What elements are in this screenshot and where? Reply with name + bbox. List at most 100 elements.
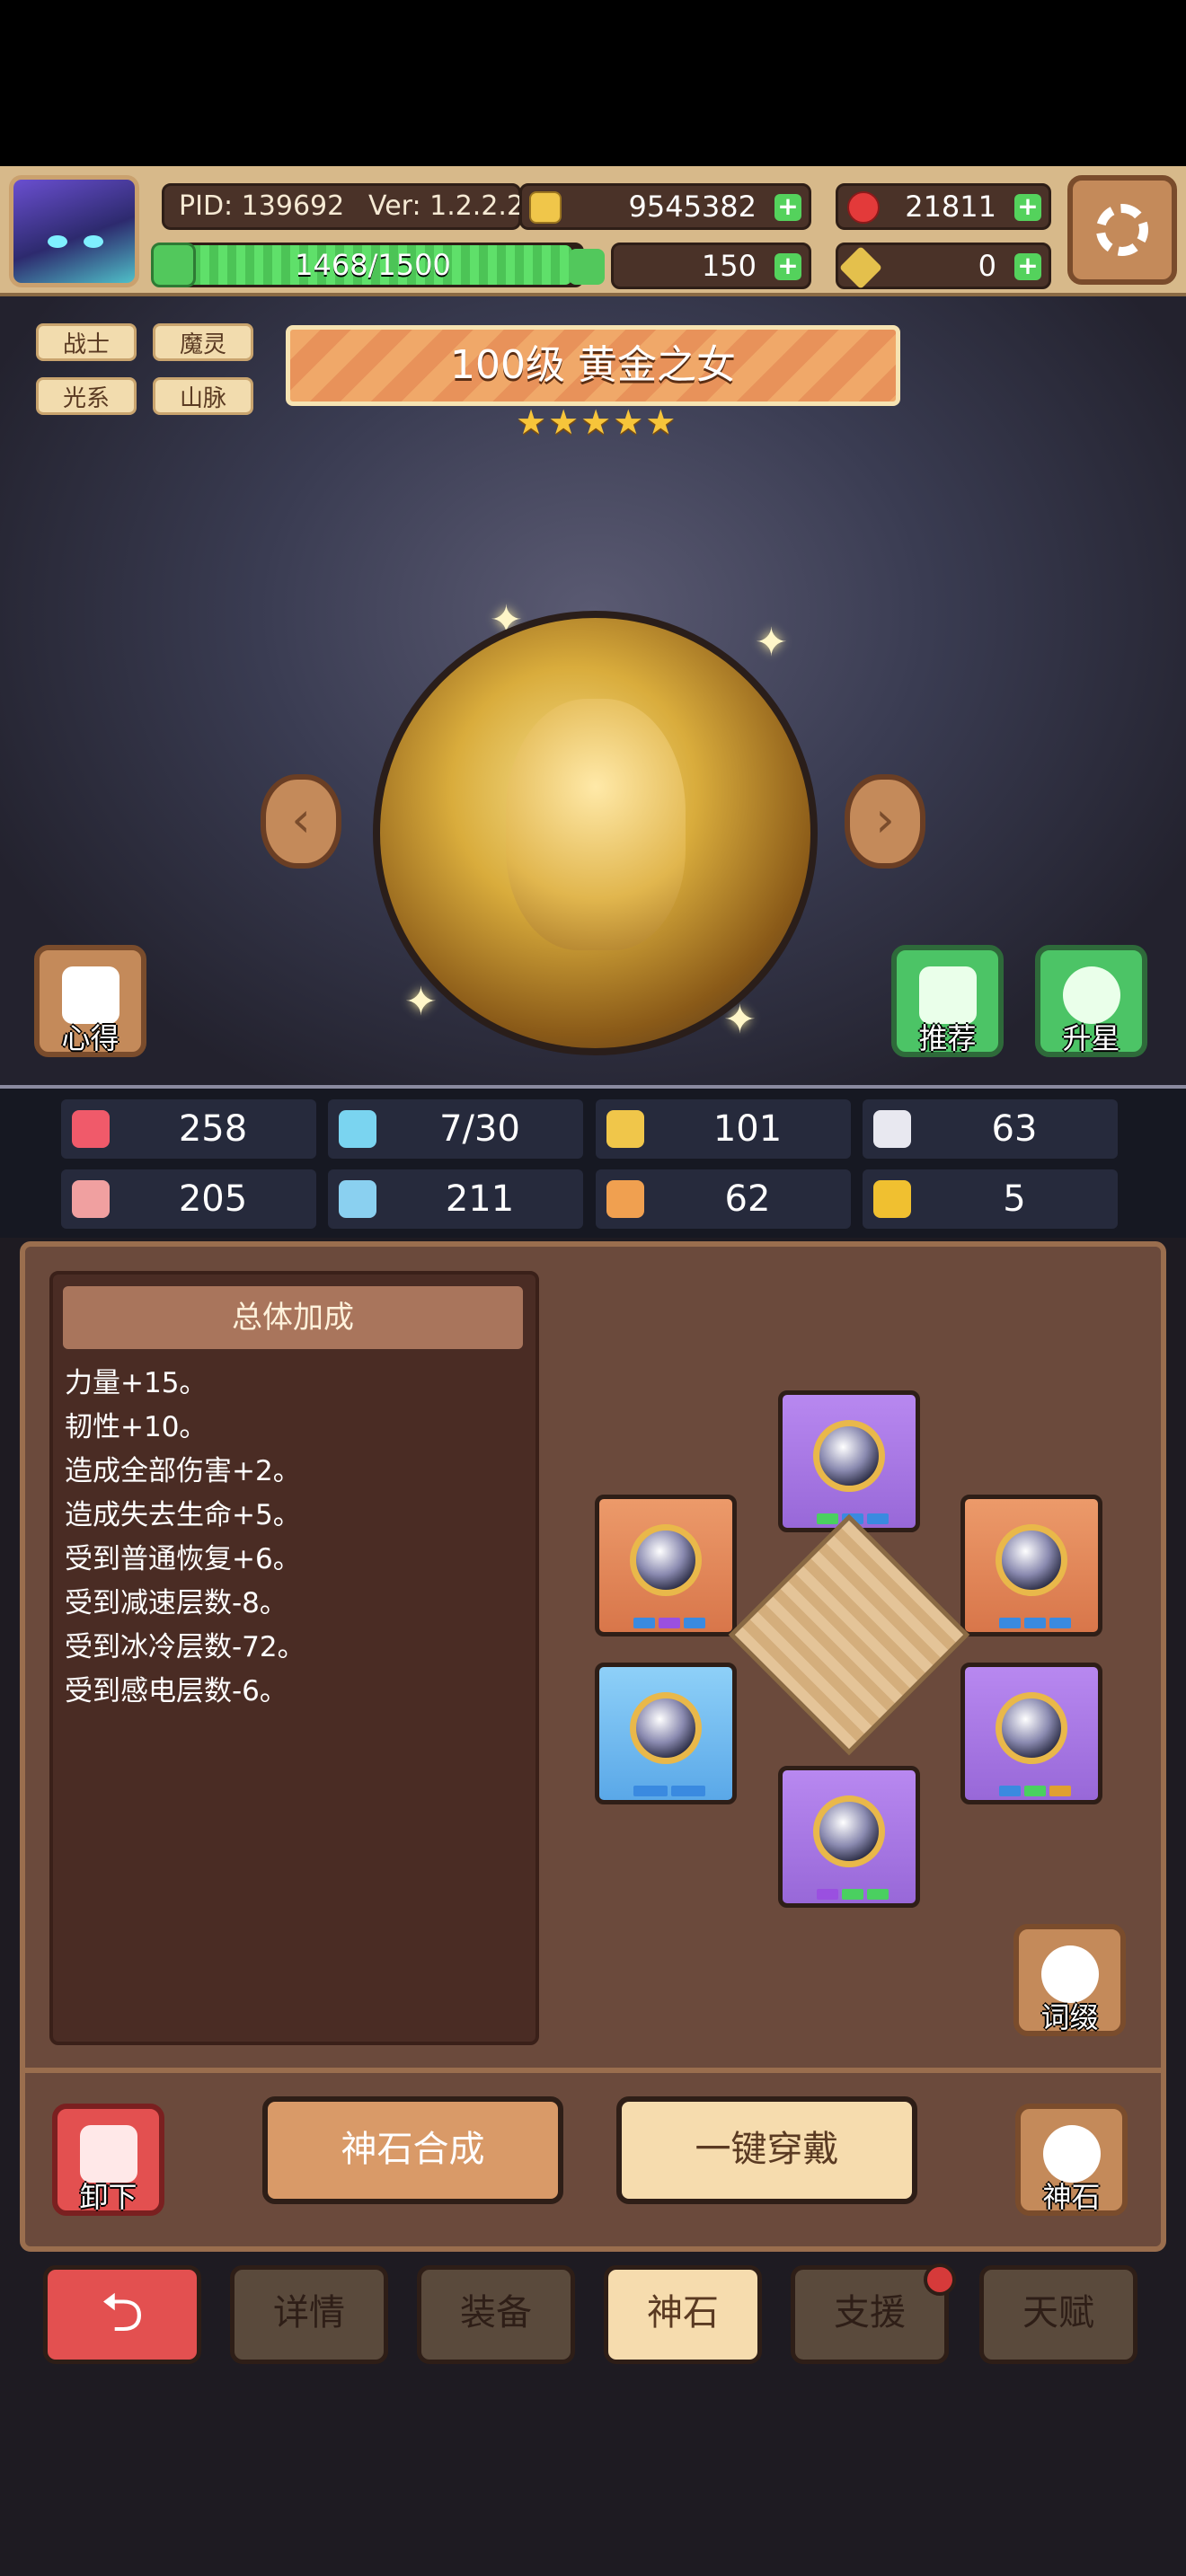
socket-dot — [842, 1889, 863, 1900]
bonus-line: 韧性+10。 — [65, 1411, 208, 1443]
add-key-button[interactable]: + — [1014, 253, 1041, 280]
star-up-label: 升星 — [1062, 1021, 1120, 1055]
gem-stone-icon — [813, 1795, 885, 1867]
gem-slot-top[interactable] — [778, 1390, 920, 1532]
hero-figure — [506, 699, 686, 950]
stat-cell: 258 — [61, 1099, 316, 1159]
tab-details[interactable]: 详情 — [230, 2265, 388, 2364]
trait-tag: 魔灵 — [153, 323, 253, 361]
fist-icon — [72, 1180, 110, 1218]
book-icon — [339, 1180, 376, 1218]
next-hero-button[interactable]: › — [845, 774, 925, 869]
unequip-label: 卸下 — [79, 2180, 137, 2214]
wing-icon — [873, 1110, 911, 1148]
stat-value: 5 — [1003, 1178, 1026, 1220]
stat-value: 101 — [712, 1108, 783, 1150]
socket-dot — [867, 1513, 889, 1524]
settings-button[interactable] — [1067, 175, 1177, 285]
clover-counter: 150 + — [569, 243, 811, 289]
key-counter: 0 + — [836, 243, 1051, 290]
stat-value: 63 — [991, 1108, 1038, 1150]
socket-dot — [867, 1889, 889, 1900]
avatar-eye — [48, 235, 67, 248]
bonus-line: 造成全部伤害+2。 — [65, 1455, 301, 1487]
stat-cell: 211 — [328, 1169, 583, 1229]
socket-dots — [633, 1618, 705, 1628]
version-label: Ver: 1.2.2.2 — [368, 190, 525, 222]
tab-talent[interactable]: 天赋 — [979, 2265, 1137, 2364]
gem-stone-icon — [813, 1420, 885, 1492]
hero-star-rating: ★★★★★ — [516, 402, 678, 442]
add-gold-button[interactable]: + — [774, 194, 801, 221]
gem-slot-upper-left[interactable] — [595, 1495, 737, 1636]
notes-button[interactable]: 心得 — [34, 945, 146, 1057]
scroll-icon — [606, 1180, 644, 1218]
stamina-icon — [151, 243, 196, 287]
affix-button[interactable]: 词缀 — [1013, 1924, 1126, 2036]
stat-cell: 205 — [61, 1169, 316, 1229]
socket-dot — [999, 1786, 1021, 1796]
bonus-line: 力量+15。 — [65, 1367, 208, 1399]
gold-counter: 9545382 + — [519, 183, 811, 230]
gem-value: 21811 — [905, 190, 996, 224]
socket-dot — [633, 1786, 668, 1796]
shield-icon — [606, 1110, 644, 1148]
panel-divider — [20, 2068, 1166, 2073]
affix-label: 词缀 — [1040, 2000, 1099, 2034]
socket-dot — [817, 1889, 838, 1900]
synthesize-button[interactable]: 神石合成 — [262, 2096, 563, 2204]
gem-stone-icon — [630, 1524, 702, 1596]
stat-value: 205 — [178, 1178, 248, 1220]
heart-icon — [72, 1110, 110, 1148]
add-clover-button[interactable]: + — [774, 253, 801, 280]
socket-dot — [1049, 1786, 1071, 1796]
magnet-icon — [873, 1180, 911, 1218]
player-id: PID: 139692 — [179, 190, 345, 222]
hero-title: 100级 黄金之女 — [450, 342, 736, 388]
gem-slot-upper-right[interactable] — [960, 1495, 1102, 1636]
god-stone-button[interactable]: 神石 — [1015, 2104, 1128, 2216]
stat-cell: 7/30 — [328, 1099, 583, 1159]
gear-icon — [1096, 204, 1148, 256]
water-drop-icon — [339, 1110, 376, 1148]
bonus-line: 受到减速层数-8。 — [65, 1587, 288, 1619]
stat-value: 62 — [724, 1178, 771, 1220]
clover-icon — [569, 249, 605, 285]
bonus-line: 受到冰冷层数-72。 — [65, 1631, 305, 1663]
avatar-eye — [84, 235, 103, 248]
star-up-button[interactable]: 升星 — [1035, 945, 1147, 1057]
back-button[interactable]: ⮌ — [43, 2265, 201, 2364]
equip-all-button[interactable]: 一键穿戴 — [616, 2096, 917, 2204]
socket-dot — [1024, 1618, 1046, 1628]
prev-hero-button[interactable]: ‹ — [261, 774, 341, 869]
tab-god-stone[interactable]: 神石 — [604, 2265, 762, 2364]
stat-cell: 101 — [596, 1099, 851, 1159]
tab-equipment[interactable]: 装备 — [417, 2265, 575, 2364]
gold-value: 9545382 — [628, 190, 757, 224]
socket-dot — [1049, 1618, 1071, 1628]
socket-dot — [671, 1786, 705, 1796]
stat-cell: 63 — [863, 1099, 1118, 1159]
trait-tag: 山脉 — [153, 377, 253, 415]
gem-slot-bottom[interactable] — [778, 1766, 920, 1908]
sparkle-icon: ✦ — [755, 620, 788, 666]
add-gem-button[interactable]: + — [1014, 194, 1041, 221]
unequip-button[interactable]: 卸下 — [52, 2104, 164, 2216]
stat-value: 7/30 — [439, 1108, 520, 1150]
gem-slot-lower-left[interactable] — [595, 1663, 737, 1804]
player-avatar[interactable] — [9, 175, 139, 287]
hero-portrait-orb — [373, 611, 818, 1055]
clover-value: 150 — [701, 249, 757, 283]
gem-stone-icon — [996, 1692, 1067, 1764]
socket-dot — [999, 1618, 1021, 1628]
bonus-line: 受到感电层数-6。 — [65, 1675, 288, 1707]
stat-value: 258 — [178, 1108, 248, 1150]
socket-dot — [817, 1513, 838, 1524]
gem-slot-lower-right[interactable] — [960, 1663, 1102, 1804]
recommend-button[interactable]: 推荐 — [891, 945, 1004, 1057]
trait-tag: 战士 — [36, 323, 137, 361]
gem-counter: 21811 + — [836, 183, 1051, 230]
gem-stone-icon — [630, 1692, 702, 1764]
gem-stone-icon — [996, 1524, 1067, 1596]
socket-dot — [633, 1618, 655, 1628]
